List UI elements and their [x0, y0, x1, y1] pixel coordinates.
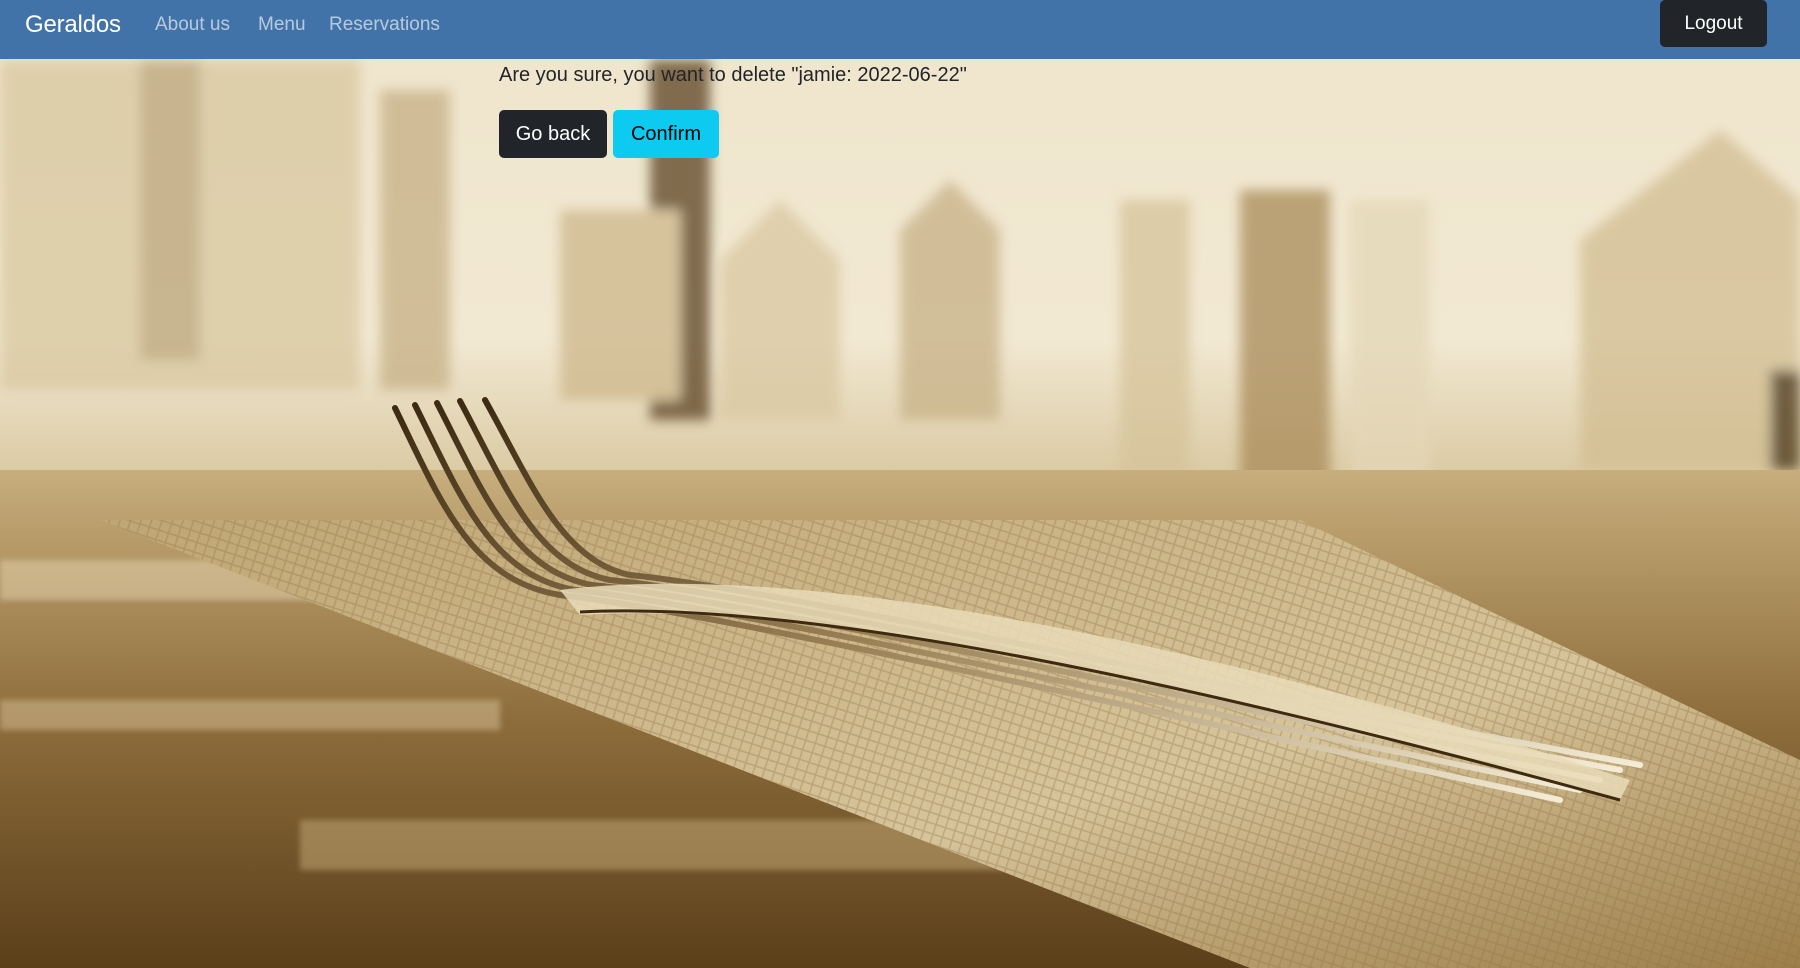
- go-back-button[interactable]: Go back: [499, 110, 607, 158]
- top-navbar: Geraldos About us Menu Reservations Logo…: [0, 0, 1800, 59]
- nav-link-reservations[interactable]: Reservations: [329, 12, 440, 38]
- delete-confirmation: Are you sure, you want to delete "jamie:…: [499, 62, 967, 158]
- nav-link-menu[interactable]: Menu: [258, 12, 306, 38]
- nav-link-about-us[interactable]: About us: [155, 12, 230, 38]
- brand-logo[interactable]: Geraldos: [25, 10, 121, 40]
- delete-question-text: Are you sure, you want to delete "jamie:…: [499, 64, 967, 86]
- confirm-button[interactable]: Confirm: [613, 110, 719, 158]
- background-photo: [0, 0, 1800, 968]
- logout-button[interactable]: Logout: [1660, 0, 1767, 47]
